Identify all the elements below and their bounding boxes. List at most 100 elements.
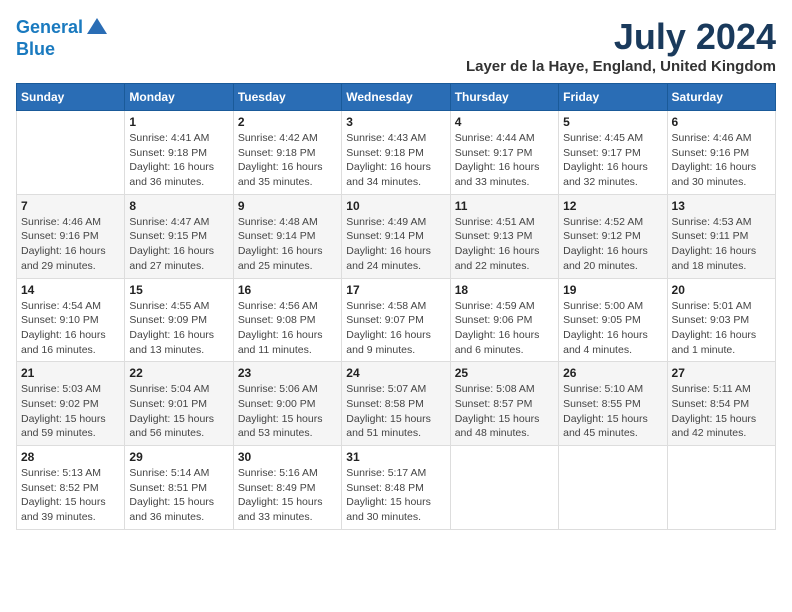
day-number: 31 [346,450,445,464]
calendar-cell: 2 Sunrise: 4:42 AMSunset: 9:18 PMDaylight… [233,111,341,195]
day-number: 18 [455,283,554,297]
day-info: Sunrise: 4:47 AMSunset: 9:15 PMDaylight:… [129,215,228,274]
day-number: 27 [672,366,771,380]
day-info: Sunrise: 5:03 AMSunset: 9:02 PMDaylight:… [21,382,120,441]
day-number: 2 [238,115,337,129]
calendar-cell: 28 Sunrise: 5:13 AMSunset: 8:52 PMDayligh… [17,446,125,530]
day-number: 30 [238,450,337,464]
calendar-cell: 12 Sunrise: 4:52 AMSunset: 9:12 PMDayligh… [559,194,667,278]
calendar-cell: 15 Sunrise: 4:55 AMSunset: 9:09 PMDayligh… [125,278,233,362]
calendar-table: Sunday Monday Tuesday Wednesday Thursday… [16,83,776,530]
day-info: Sunrise: 4:54 AMSunset: 9:10 PMDaylight:… [21,299,120,358]
day-info: Sunrise: 4:49 AMSunset: 9:14 PMDaylight:… [346,215,445,274]
title-area: July 2024 Layer de la Haye, England, Uni… [466,16,776,75]
col-thursday: Thursday [450,84,558,111]
calendar-cell: 14 Sunrise: 4:54 AMSunset: 9:10 PMDayligh… [17,278,125,362]
calendar-cell: 27Sunrise: 5:11 AMSunset: 8:54 PMDayligh… [667,362,775,446]
calendar-cell: 29Sunrise: 5:14 AMSunset: 8:51 PMDayligh… [125,446,233,530]
day-info: Sunrise: 5:06 AMSunset: 9:00 PMDaylight:… [238,382,337,441]
logo: GeneralBlue [16,16,109,60]
col-friday: Friday [559,84,667,111]
day-number: 26 [563,366,662,380]
calendar-cell: 4Sunrise: 4:44 AMSunset: 9:17 PMDaylight… [450,111,558,195]
day-number: 21 [21,366,120,380]
day-number: 10 [346,199,445,213]
calendar-cell: 17Sunrise: 4:58 AMSunset: 9:07 PMDayligh… [342,278,450,362]
day-number: 8 [129,199,228,213]
calendar-week-row: 28 Sunrise: 5:13 AMSunset: 8:52 PMDayligh… [17,446,776,530]
calendar-cell [17,111,125,195]
calendar-week-row: 7Sunrise: 4:46 AMSunset: 9:16 PMDaylight… [17,194,776,278]
calendar-cell: 16Sunrise: 4:56 AMSunset: 9:08 PMDayligh… [233,278,341,362]
day-number: 7 [21,199,120,213]
col-wednesday: Wednesday [342,84,450,111]
col-tuesday: Tuesday [233,84,341,111]
calendar-week-row: 14 Sunrise: 4:54 AMSunset: 9:10 PMDayligh… [17,278,776,362]
day-info: Sunrise: 4:46 AMSunset: 9:16 PMDaylight:… [672,131,771,190]
calendar-cell [667,446,775,530]
day-number: 5 [563,115,662,129]
day-number: 16 [238,283,337,297]
day-number: 14 [21,283,120,297]
day-info: Sunrise: 5:04 AMSunset: 9:01 PMDaylight:… [129,382,228,441]
day-info: Sunrise: 4:41 AMSunset: 9:18 PMDaylight:… [129,131,228,190]
calendar-cell: 24 Sunrise: 5:07 AMSunset: 8:58 PMDayligh… [342,362,450,446]
calendar-cell: 19Sunrise: 5:00 AMSunset: 9:05 PMDayligh… [559,278,667,362]
day-info: Sunrise: 4:42 AMSunset: 9:18 PMDaylight:… [238,131,337,190]
day-number: 4 [455,115,554,129]
calendar-header: Sunday Monday Tuesday Wednesday Thursday… [17,84,776,111]
day-info: Sunrise: 4:58 AMSunset: 9:07 PMDaylight:… [346,299,445,358]
location-title: Layer de la Haye, England, United Kingdo… [466,58,776,75]
calendar-cell: 30 Sunrise: 5:16 AMSunset: 8:49 PMDayligh… [233,446,341,530]
calendar-week-row: 1Sunrise: 4:41 AMSunset: 9:18 PMDaylight… [17,111,776,195]
calendar-cell: 18 Sunrise: 4:59 AMSunset: 9:06 PMDayligh… [450,278,558,362]
col-saturday: Saturday [667,84,775,111]
day-info: Sunrise: 4:51 AMSunset: 9:13 PMDaylight:… [455,215,554,274]
day-number: 20 [672,283,771,297]
calendar-week-row: 21 Sunrise: 5:03 AMSunset: 9:02 PMDayligh… [17,362,776,446]
day-number: 23 [238,366,337,380]
calendar-cell: 8 Sunrise: 4:47 AMSunset: 9:15 PMDaylight… [125,194,233,278]
calendar-cell: 25Sunrise: 5:08 AMSunset: 8:57 PMDayligh… [450,362,558,446]
calendar-cell: 1Sunrise: 4:41 AMSunset: 9:18 PMDaylight… [125,111,233,195]
day-number: 22 [129,366,228,380]
header-row: Sunday Monday Tuesday Wednesday Thursday… [17,84,776,111]
calendar-body: 1Sunrise: 4:41 AMSunset: 9:18 PMDaylight… [17,111,776,530]
page-header: GeneralBlue July 2024 Layer de la Haye, … [16,16,776,75]
day-info: Sunrise: 5:17 AMSunset: 8:48 PMDaylight:… [346,466,445,525]
day-info: Sunrise: 4:59 AMSunset: 9:06 PMDaylight:… [455,299,554,358]
day-number: 28 [21,450,120,464]
calendar-cell [559,446,667,530]
calendar-cell: 3Sunrise: 4:43 AMSunset: 9:18 PMDaylight… [342,111,450,195]
day-number: 6 [672,115,771,129]
day-info: Sunrise: 5:13 AMSunset: 8:52 PMDaylight:… [21,466,120,525]
calendar-cell: 13 Sunrise: 4:53 AMSunset: 9:11 PMDayligh… [667,194,775,278]
day-number: 19 [563,283,662,297]
calendar-cell: 23 Sunrise: 5:06 AMSunset: 9:00 PMDayligh… [233,362,341,446]
day-info: Sunrise: 4:48 AMSunset: 9:14 PMDaylight:… [238,215,337,274]
col-monday: Monday [125,84,233,111]
calendar-cell: 11 Sunrise: 4:51 AMSunset: 9:13 PMDayligh… [450,194,558,278]
day-number: 24 [346,366,445,380]
day-info: Sunrise: 5:10 AMSunset: 8:55 PMDaylight:… [563,382,662,441]
day-info: Sunrise: 4:45 AMSunset: 9:17 PMDaylight:… [563,131,662,190]
col-sunday: Sunday [17,84,125,111]
day-number: 11 [455,199,554,213]
day-number: 13 [672,199,771,213]
month-title: July 2024 [466,16,776,58]
calendar-cell: 6 Sunrise: 4:46 AMSunset: 9:16 PMDaylight… [667,111,775,195]
day-number: 9 [238,199,337,213]
day-info: Sunrise: 4:55 AMSunset: 9:09 PMDaylight:… [129,299,228,358]
calendar-cell: 5 Sunrise: 4:45 AMSunset: 9:17 PMDaylight… [559,111,667,195]
day-number: 12 [563,199,662,213]
day-info: Sunrise: 5:07 AMSunset: 8:58 PMDaylight:… [346,382,445,441]
day-info: Sunrise: 4:53 AMSunset: 9:11 PMDaylight:… [672,215,771,274]
calendar-cell: 21 Sunrise: 5:03 AMSunset: 9:02 PMDayligh… [17,362,125,446]
day-info: Sunrise: 5:14 AMSunset: 8:51 PMDaylight:… [129,466,228,525]
calendar-cell: 20 Sunrise: 5:01 AMSunset: 9:03 PMDayligh… [667,278,775,362]
calendar-cell: 31 Sunrise: 5:17 AMSunset: 8:48 PMDayligh… [342,446,450,530]
day-info: Sunrise: 5:16 AMSunset: 8:49 PMDaylight:… [238,466,337,525]
day-info: Sunrise: 5:01 AMSunset: 9:03 PMDaylight:… [672,299,771,358]
day-info: Sunrise: 4:52 AMSunset: 9:12 PMDaylight:… [563,215,662,274]
day-number: 15 [129,283,228,297]
